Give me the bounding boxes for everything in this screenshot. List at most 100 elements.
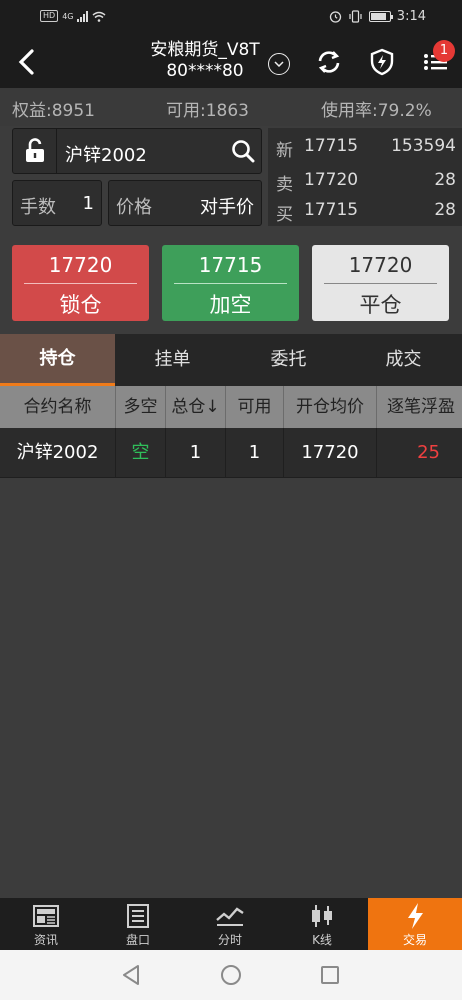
bid-volume: 28 <box>434 200 456 220</box>
news-icon <box>0 902 92 930</box>
account-summary: 权益:8951 可用:1863 使用率:79.2% <box>0 88 462 126</box>
network-type: 4G <box>62 11 74 21</box>
wifi-icon <box>93 11 106 22</box>
col-avg-price[interactable]: 开仓均价 <box>284 386 377 428</box>
cell-available: 1 <box>226 428 284 477</box>
security-button[interactable] <box>366 46 398 78</box>
alarm-icon <box>329 11 341 23</box>
nav-trade[interactable]: 交易 <box>368 898 462 950</box>
last-label: 新 <box>276 141 293 161</box>
status-bar: HD 4G 3:14 <box>0 0 462 36</box>
last-price: 17715 <box>304 136 359 156</box>
square-recents-icon <box>321 966 339 984</box>
short-label: 加空 <box>209 293 252 317</box>
equity-text: 权益:8951 <box>12 101 95 121</box>
tab-trades[interactable]: 成交 <box>346 334 461 386</box>
account-switch-button[interactable] <box>268 53 290 75</box>
price-value: 对手价 <box>200 197 254 218</box>
nav-timeshare[interactable]: 分时 <box>184 898 276 950</box>
cell-total: 1 <box>166 428 226 477</box>
quantity-value: 1 <box>82 193 94 214</box>
price-label: 价格 <box>116 197 152 218</box>
quantity-label: 手数 <box>20 197 56 218</box>
lock-price: 17720 <box>48 253 113 277</box>
close-label: 平仓 <box>359 293 402 317</box>
ask-label: 卖 <box>276 175 293 195</box>
cell-pnl: 25 <box>417 442 440 463</box>
chevron-down-icon <box>274 61 284 67</box>
refresh-icon <box>318 51 340 73</box>
search-icon <box>232 140 255 163</box>
divider <box>174 283 287 284</box>
usage-text: 使用率:79.2% <box>321 101 432 121</box>
price-field[interactable]: 价格 对手价 <box>108 180 262 226</box>
close-price: 17720 <box>348 253 413 277</box>
divider <box>24 283 137 284</box>
triangle-back-icon <box>123 965 139 985</box>
battery-icon <box>368 11 393 22</box>
col-side[interactable]: 多空 <box>116 386 166 428</box>
shield-bolt-icon <box>370 48 394 76</box>
status-right: 3:14 <box>329 9 426 24</box>
app-header: 安粮期货_V8T 80****80 1 <box>0 36 462 88</box>
ask-volume: 28 <box>434 170 456 190</box>
system-home-button[interactable] <box>219 963 243 987</box>
quote-panel: 新 17715 153594 卖 17720 28 买 17715 28 <box>268 128 462 226</box>
tab-orders[interactable]: 委托 <box>231 334 346 386</box>
system-back-button[interactable] <box>119 963 143 987</box>
tab-bar: 持仓 挂单 委托 成交 <box>0 334 462 386</box>
back-button[interactable] <box>8 44 44 80</box>
lock-position-button[interactable]: 17720 锁仓 <box>12 245 149 321</box>
menu-button[interactable]: 1 <box>420 40 455 78</box>
nav-kline-label: K线 <box>312 933 332 947</box>
vibrate-icon <box>349 10 362 23</box>
nav-kline[interactable]: K线 <box>276 898 368 950</box>
bid-label: 买 <box>276 205 293 225</box>
col-total[interactable]: 总仓↓ <box>166 386 226 428</box>
col-contract[interactable]: 合约名称 <box>0 386 116 428</box>
nav-timeshare-label: 分时 <box>217 933 242 947</box>
ask-price: 17720 <box>304 170 359 190</box>
nav-news[interactable]: 资讯 <box>0 898 92 950</box>
short-price: 17715 <box>198 253 263 277</box>
orderbook-icon <box>92 902 184 930</box>
tab-positions[interactable]: 持仓 <box>0 334 115 386</box>
lightning-icon <box>368 902 462 930</box>
cell-contract: 沪锌2002 <box>0 428 116 477</box>
account-title[interactable]: 安粮期货_V8T 80****80 <box>130 40 280 82</box>
hd-badge: HD <box>40 10 59 22</box>
last-volume: 153594 <box>391 136 456 156</box>
nav-trade-label: 交易 <box>402 933 427 947</box>
unlock-icon <box>25 138 44 162</box>
candlestick-icon <box>276 902 368 930</box>
col-pnl[interactable]: 逐笔浮盈 <box>377 386 462 428</box>
lock-toggle[interactable] <box>13 129 57 173</box>
status-time: 3:14 <box>396 9 426 24</box>
close-position-button[interactable]: 17720 平仓 <box>312 245 449 321</box>
back-icon <box>18 49 34 75</box>
col-available[interactable]: 可用 <box>226 386 284 428</box>
table-row[interactable]: 沪锌2002 空 1 1 17720 25 <box>0 428 462 478</box>
app-title: 安粮期货_V8T <box>150 40 260 60</box>
positions-table-header: 合约名称 多空 总仓↓ 可用 开仓均价 逐笔浮盈 <box>0 386 462 428</box>
divider <box>324 283 437 284</box>
lock-label: 锁仓 <box>59 293 102 317</box>
quantity-field[interactable]: 手数 1 <box>12 180 102 226</box>
available-text: 可用:1863 <box>166 101 249 121</box>
system-recents-button[interactable] <box>318 963 342 987</box>
status-left: HD 4G <box>40 10 106 22</box>
contract-name: 沪锌2002 <box>65 145 147 166</box>
timeshare-icon <box>184 902 276 930</box>
cell-avg-price: 17720 <box>284 428 377 477</box>
add-short-button[interactable]: 17715 加空 <box>162 245 299 321</box>
account-number: 80****80 <box>166 61 244 81</box>
contract-selector[interactable]: 沪锌2002 <box>12 128 262 174</box>
bottom-nav: 资讯 盘口 分时 K线 交易 <box>0 898 462 950</box>
nav-orderbook-label: 盘口 <box>125 933 150 947</box>
signal-icon <box>77 10 89 22</box>
refresh-button[interactable] <box>313 46 345 78</box>
search-button[interactable] <box>231 139 255 167</box>
nav-news-label: 资讯 <box>33 933 58 947</box>
nav-orderbook[interactable]: 盘口 <box>92 898 184 950</box>
tab-pending[interactable]: 挂单 <box>115 334 230 386</box>
